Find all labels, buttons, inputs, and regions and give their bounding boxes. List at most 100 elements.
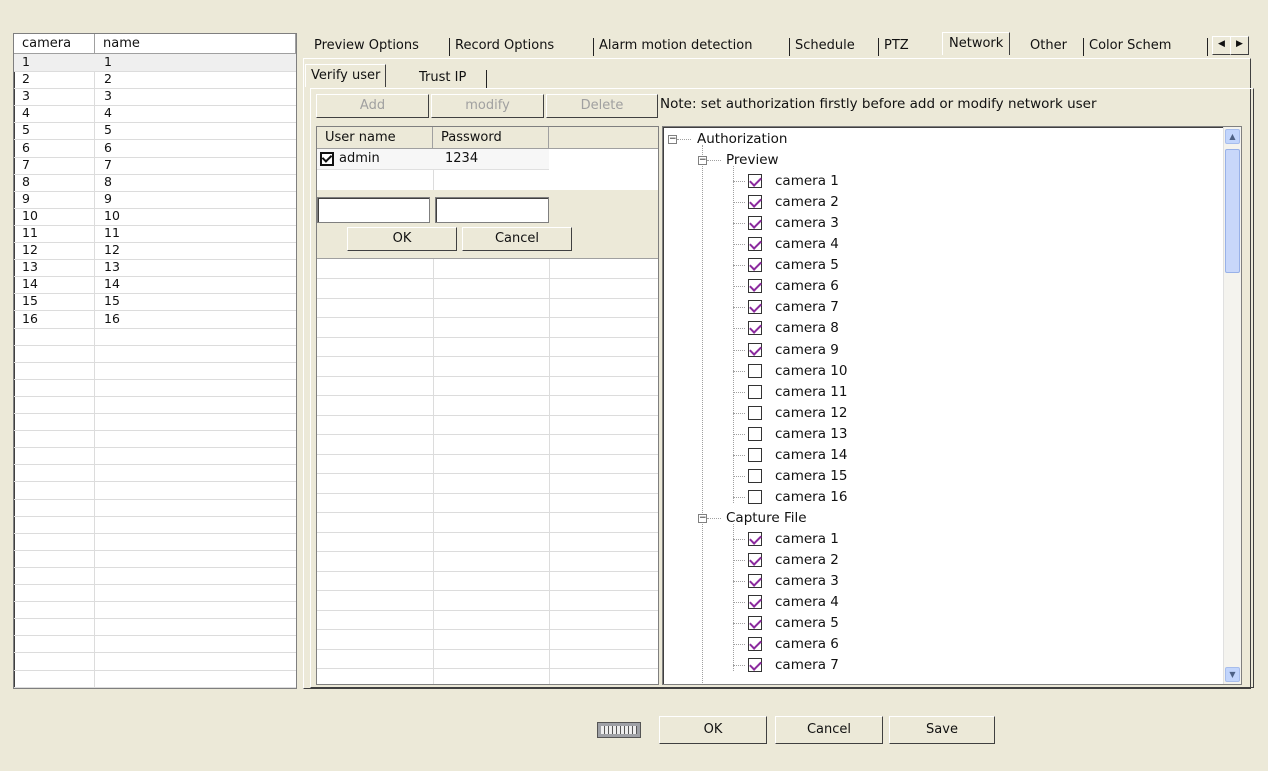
- camera-checkbox[interactable]: [748, 595, 762, 610]
- user-grid[interactable]: User name Password admin 1234 OK Cancel: [316, 126, 659, 685]
- tree-item-capture-camera-3[interactable]: camera 3: [775, 571, 839, 591]
- camera-checkbox[interactable]: [748, 447, 762, 462]
- add-button[interactable]: Add: [316, 94, 429, 118]
- tree-item-preview-camera-11[interactable]: camera 11: [775, 382, 847, 402]
- camera-checkbox[interactable]: [748, 405, 762, 420]
- camera-row[interactable]: 66: [14, 140, 296, 158]
- tree-item-preview-camera-12[interactable]: camera 12: [775, 403, 847, 423]
- camera-checkbox[interactable]: [748, 195, 762, 210]
- grid-ok-button[interactable]: OK: [347, 227, 457, 251]
- scroll-down-button[interactable]: ▼: [1225, 667, 1240, 682]
- ok-button[interactable]: OK: [659, 716, 767, 744]
- tree-item-preview-camera-9[interactable]: camera 9: [775, 340, 839, 360]
- tree-item-preview-camera-4[interactable]: camera 4: [775, 234, 839, 254]
- tree-item-capture-camera-5[interactable]: camera 5: [775, 613, 839, 633]
- tab-network[interactable]: Network: [942, 32, 1011, 55]
- column-header-camera[interactable]: camera: [14, 34, 95, 54]
- modify-button[interactable]: modify: [431, 94, 544, 118]
- camera-row[interactable]: 99: [14, 191, 296, 209]
- tree-item-preview-camera-2[interactable]: camera 2: [775, 192, 839, 212]
- subtab-trust-ip[interactable]: Trust IP: [414, 67, 471, 89]
- scroll-thumb[interactable]: [1225, 149, 1240, 273]
- camera-row[interactable]: 11 11: [14, 225, 296, 244]
- tree-item-preview-camera-6[interactable]: camera 6: [775, 276, 839, 296]
- camera-row[interactable]: 14 14: [14, 276, 296, 295]
- camera-checkbox[interactable]: [748, 489, 762, 504]
- tree-item-capture-camera-1[interactable]: camera 1: [775, 529, 839, 549]
- tree-item-preview-camera-1[interactable]: camera 1: [775, 171, 839, 191]
- camera-row[interactable]: 13 13: [14, 259, 296, 278]
- collapse-toggle-icon[interactable]: −: [698, 156, 707, 166]
- camera-checkbox[interactable]: [748, 426, 762, 441]
- delete-button[interactable]: Delete: [546, 94, 658, 118]
- camera-row[interactable]: 11: [14, 54, 296, 73]
- camera-row[interactable]: 44: [14, 105, 296, 124]
- user-checkbox[interactable]: [320, 152, 334, 166]
- tab-scroll-right-button[interactable]: ▶: [1230, 36, 1249, 55]
- tab-record-options[interactable]: Record Options: [449, 35, 560, 57]
- tree-item-preview-camera-16[interactable]: camera 16: [775, 487, 847, 507]
- password-input[interactable]: [435, 197, 549, 223]
- camera-row[interactable]: 55: [14, 122, 296, 141]
- tab-scroll-left-button[interactable]: ◀: [1212, 36, 1231, 55]
- tab-schedule[interactable]: Schedule: [789, 35, 861, 57]
- tab-ptz[interactable]: PTZ: [878, 35, 915, 57]
- camera-row[interactable]: 33: [14, 88, 296, 107]
- camera-checkbox[interactable]: [748, 384, 762, 399]
- tree-scrollbar[interactable]: ▲ ▼: [1223, 127, 1241, 684]
- tab-other[interactable]: Other: [1024, 35, 1073, 57]
- tree-item-preview-camera-10[interactable]: camera 10: [775, 361, 847, 381]
- tree-node-authorization[interactable]: Authorization: [697, 129, 787, 149]
- camera-checkbox[interactable]: [748, 321, 762, 336]
- column-header-name[interactable]: name: [95, 34, 296, 54]
- camera-list[interactable]: camera name 1 1 2 2 3 3 4 4 5 5 6 6 7 7 8 8 9 9 10 10 11 11 12…: [13, 33, 297, 689]
- username-input[interactable]: [317, 197, 430, 223]
- tree-item-preview-camera-7[interactable]: camera 7: [775, 297, 839, 317]
- camera-row[interactable]: 16 16: [14, 311, 296, 329]
- tree-item-preview-camera-3[interactable]: camera 3: [775, 213, 839, 233]
- camera-row[interactable]: 88: [14, 174, 296, 192]
- camera-checkbox[interactable]: [748, 553, 762, 567]
- camera-checkbox[interactable]: [748, 637, 762, 652]
- collapse-toggle-icon[interactable]: −: [698, 513, 707, 523]
- save-button[interactable]: Save: [889, 716, 995, 744]
- camera-checkbox[interactable]: [748, 658, 762, 673]
- camera-checkbox[interactable]: [748, 216, 762, 231]
- camera-checkbox[interactable]: [748, 279, 762, 294]
- tree-item-capture-camera-4[interactable]: camera 4: [775, 592, 839, 612]
- collapse-toggle-icon[interactable]: −: [668, 135, 677, 144]
- camera-row[interactable]: 15 15: [14, 293, 296, 312]
- tree-node-capture[interactable]: Capture File: [726, 508, 807, 528]
- camera-checkbox[interactable]: [748, 258, 762, 273]
- camera-checkbox[interactable]: [748, 531, 762, 546]
- camera-checkbox[interactable]: [748, 616, 762, 631]
- tab-preview-options[interactable]: Preview Options: [308, 35, 425, 57]
- tree-item-capture-camera-2[interactable]: camera 2: [775, 550, 839, 570]
- tab-alarm-motion-detection[interactable]: Alarm motion detection: [593, 35, 758, 57]
- camera-checkbox[interactable]: [748, 468, 762, 483]
- keyboard-icon[interactable]: [597, 722, 641, 738]
- column-header-username[interactable]: User name: [317, 127, 433, 149]
- user-row-admin[interactable]: admin 1234: [317, 149, 549, 170]
- tree-item-capture-camera-6[interactable]: camera 6: [775, 634, 839, 654]
- scroll-up-button[interactable]: ▲: [1225, 129, 1240, 144]
- camera-row[interactable]: 77: [14, 157, 296, 175]
- camera-checkbox[interactable]: [748, 237, 762, 252]
- camera-checkbox[interactable]: [748, 363, 762, 378]
- tree-item-preview-camera-8[interactable]: camera 8: [775, 318, 839, 338]
- camera-checkbox[interactable]: [748, 300, 762, 315]
- tree-item-capture-camera-7[interactable]: camera 7: [775, 655, 839, 675]
- camera-row[interactable]: 12 12: [14, 242, 296, 261]
- tree-item-preview-camera-14[interactable]: camera 14: [775, 445, 847, 465]
- authorization-tree[interactable]: − Authorization − Preview camera 1 camera 2 ca…: [662, 126, 1242, 685]
- tree-item-preview-camera-13[interactable]: camera 13: [775, 424, 847, 444]
- camera-row[interactable]: 22: [14, 71, 296, 90]
- camera-checkbox[interactable]: [748, 174, 762, 189]
- camera-row[interactable]: 10 10: [14, 208, 296, 226]
- camera-checkbox[interactable]: [748, 574, 762, 589]
- cancel-button[interactable]: Cancel: [775, 716, 883, 744]
- subtab-verify-user[interactable]: Verify user: [305, 64, 387, 87]
- column-header-password[interactable]: Password: [433, 127, 549, 149]
- tab-color-schem[interactable]: Color Schem: [1083, 35, 1223, 57]
- camera-checkbox[interactable]: [748, 342, 762, 357]
